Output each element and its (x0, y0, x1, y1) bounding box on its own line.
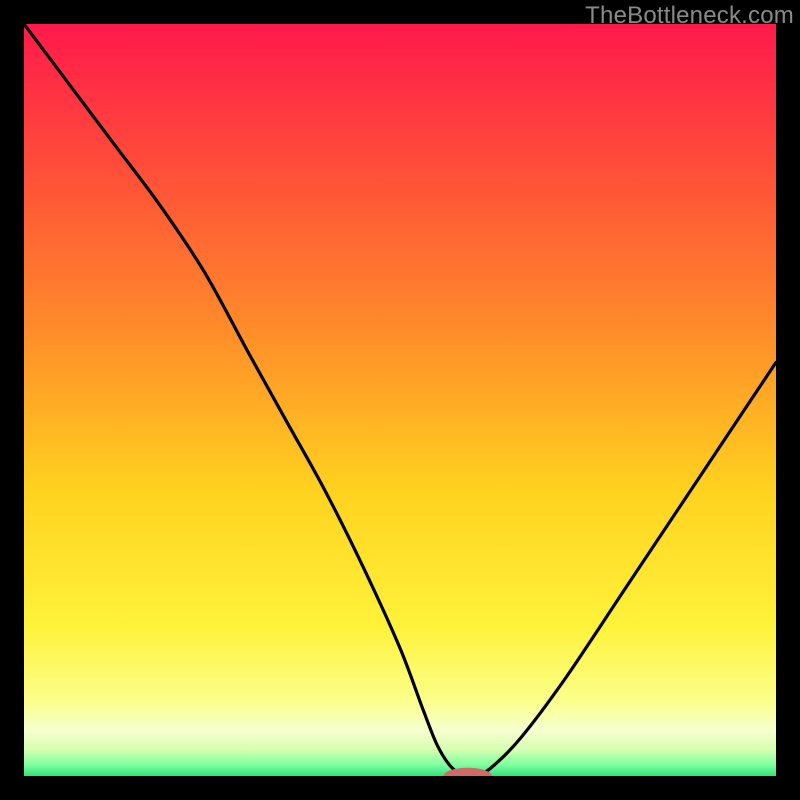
chart-frame: TheBottleneck.com (0, 0, 800, 800)
plot-area (24, 24, 776, 776)
minimum-marker (444, 768, 492, 776)
curve-layer (24, 24, 776, 776)
bottleneck-curve (24, 24, 776, 776)
watermark-label: TheBottleneck.com (585, 2, 794, 30)
